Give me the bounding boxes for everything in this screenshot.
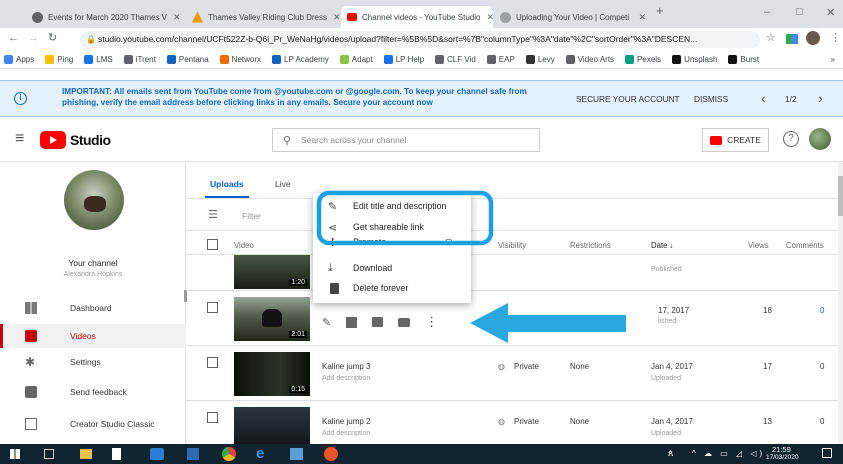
app-icon[interactable] — [290, 448, 303, 460]
taskbar-time: 21:59 — [772, 445, 791, 454]
document-icon[interactable] — [112, 448, 121, 460]
windows-taskbar: e ጰ ^ ☁ ▭ ◿ ◁) 21:59 17/03/2020 — [0, 444, 843, 464]
system-tray-icons[interactable]: ^ ☁ ▭ ◿ ◁) — [692, 449, 765, 458]
edge-browser-icon[interactable]: e — [256, 445, 264, 462]
file-explorer-icon[interactable] — [80, 449, 92, 459]
highlight-box — [316, 190, 494, 246]
chrome-icon[interactable] — [222, 447, 236, 461]
annotation-overlay — [316, 190, 626, 343]
outlook-icon[interactable] — [150, 448, 164, 460]
pointer-arrow-icon — [470, 303, 626, 343]
taskbar-date: 17/03/2020 — [766, 454, 799, 461]
notifications-icon[interactable] — [822, 448, 832, 458]
people-icon[interactable]: ጰ — [668, 448, 673, 459]
app-icon[interactable] — [187, 448, 199, 460]
app-icon[interactable] — [324, 447, 338, 461]
windows-start-icon[interactable] — [10, 449, 20, 459]
task-view-icon[interactable] — [44, 449, 54, 459]
